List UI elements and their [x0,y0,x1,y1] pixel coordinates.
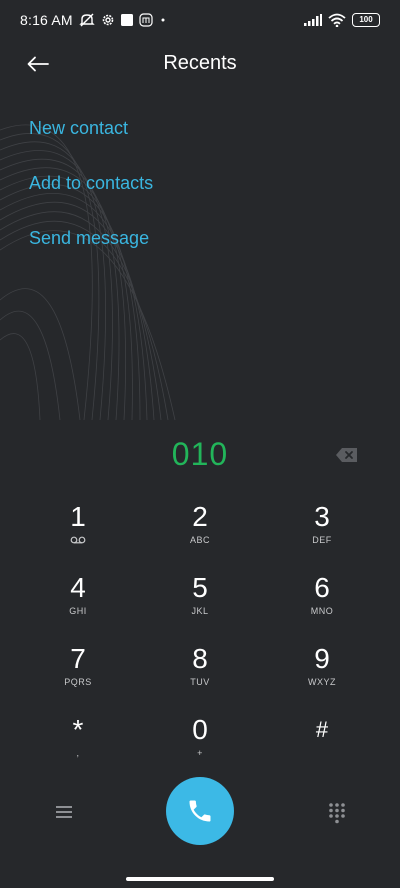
key-letters: PQRS [64,677,92,687]
key-letters: WXYZ [308,677,336,687]
keypad: 1 2 ABC 3 DEF 4 GHI 5 JKL 6 MNO 7 PQRS 8… [0,500,400,784]
gear-icon [101,13,115,27]
backspace-button[interactable] [335,446,359,464]
menu-button[interactable] [54,803,74,821]
key-letters: ABC [189,535,210,545]
backspace-icon [336,448,357,462]
key-0[interactable]: 0 + [139,713,261,784]
key-letters: TUV [190,677,210,687]
key-8[interactable]: 8 TUV [139,642,261,713]
key-2[interactable]: 2 ABC [139,500,261,571]
key-letters: DEF [312,535,332,545]
voicemail-icon [70,534,86,546]
key-star[interactable]: * , [17,713,139,784]
key-digit: 8 [192,643,208,674]
key-5[interactable]: 5 JKL [139,571,261,642]
key-9[interactable]: 9 WXYZ [261,642,383,713]
key-6[interactable]: 6 MNO [261,571,383,642]
header: Recents [0,40,400,90]
bottom-bar [0,775,400,850]
dot-icon [159,16,167,24]
key-7[interactable]: 7 PQRS [17,642,139,713]
dialpad-button[interactable] [327,802,347,824]
menu-icon [56,806,72,818]
key-hash[interactable]: # [261,713,383,784]
call-button[interactable] [166,777,234,845]
key-digit: 1 [70,501,86,532]
key-digit: 3 [314,501,330,532]
status-left: 8:16 AM [20,12,167,28]
key-digit: * [72,714,84,745]
page-title: Recents [163,52,237,74]
phone-icon [189,800,211,822]
square-icon [120,14,133,26]
key-digit: 5 [192,572,208,603]
key-3[interactable]: 3 DEF [261,500,383,571]
mute-icon [79,13,95,27]
home-indicator[interactable] [126,877,274,881]
key-letters: GHI [69,606,87,616]
key-digit: 4 [70,572,86,603]
status-bar: 8:16 AM 100 [0,0,400,40]
key-4[interactable]: 4 GHI [17,571,139,642]
key-digit: 2 [192,501,208,532]
key-letters: JKL [191,606,209,616]
key-digit: 9 [314,643,330,674]
mi-icon [139,13,153,27]
key-letters: , [76,748,80,758]
battery-icon: 100 [352,13,380,27]
new-contact-link[interactable]: New contact [29,112,153,167]
add-to-contacts-link[interactable]: Add to contacts [29,167,153,222]
status-time: 8:16 AM [20,12,73,28]
action-list: New contact Add to contacts Send message [29,112,153,277]
signal-icon [304,14,322,26]
key-digit: 7 [70,643,86,674]
key-digit: # [315,717,329,742]
wifi-icon [328,13,346,27]
key-digit: 0 [192,714,208,745]
send-message-link[interactable]: Send message [29,222,153,277]
status-right: 100 [304,13,380,27]
key-digit: 6 [314,572,330,603]
key-letters: + [197,748,203,758]
key-1[interactable]: 1 [17,500,139,571]
key-letters: MNO [310,606,334,616]
dialpad-icon [329,803,345,824]
